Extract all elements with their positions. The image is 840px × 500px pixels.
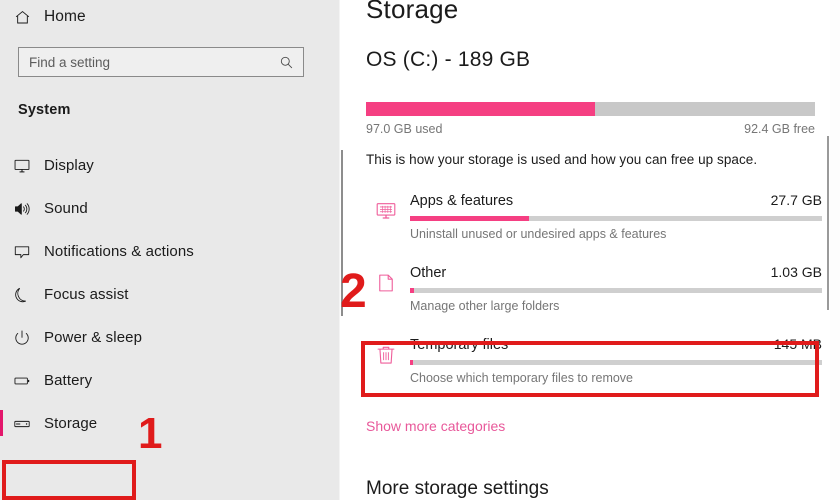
page-title: Storage [366,0,459,24]
drive-icon [0,415,44,433]
category-row-temporary-files[interactable]: Temporary files 145 MB Choose which temp… [348,334,840,406]
more-storage-settings-heading: More storage settings [366,478,549,499]
home-icon [0,9,44,26]
category-row-apps[interactable]: Apps & features 27.7 GB Uninstall unused… [348,190,840,262]
apps-monitor-icon [362,190,410,262]
drive-usage-bar [366,102,815,116]
category-name: Apps & features [410,193,514,209]
drive-free-label: 92.4 GB free [744,122,815,136]
sidebar-item-label: Display [44,157,94,174]
chat-bubble-icon [0,243,44,261]
category-body: Apps & features 27.7 GB Uninstall unused… [410,190,840,262]
sidebar-home-label: Home [44,8,86,25]
selection-indicator [0,410,3,436]
category-subtitle: Manage other large folders [410,299,560,313]
drive-title: OS (C:) - 189 GB [366,48,531,71]
settings-window: Home System Displ [0,0,840,500]
sidebar-item-label: Focus assist [44,286,129,303]
moon-icon [0,286,44,304]
sidebar-scrollbar[interactable] [339,0,340,500]
category-size: 145 MB [773,336,822,352]
drive-description: This is how your storage is used and how… [366,152,758,167]
folder-page-icon [362,262,410,334]
sidebar-item-label: Battery [44,372,93,389]
category-header: Temporary files 145 MB [410,336,822,353]
category-header: Apps & features 27.7 GB [410,192,822,209]
main-content: Storage OS (C:) - 189 GB 97.0 GB used 92… [348,0,840,500]
category-usage-bar [410,216,822,221]
trash-icon [362,334,410,406]
sidebar-item-focus-assist[interactable]: Focus assist [0,273,340,316]
sidebar-item-display[interactable]: Display [0,144,340,187]
category-row-other[interactable]: Other 1.03 GB Manage other large folders [348,262,840,334]
category-name: Other [410,265,447,281]
category-subtitle: Choose which temporary files to remove [410,371,634,385]
category-usage-bar-fill [410,360,414,365]
search-input[interactable] [19,54,273,70]
sidebar-scrollbar-thumb[interactable] [341,150,343,316]
category-header: Other 1.03 GB [410,264,822,281]
category-usage-bar [410,360,822,365]
category-usage-bar-fill [410,288,415,293]
main-scrollbar-thumb[interactable] [827,136,829,310]
show-more-categories-link[interactable]: Show more categories [366,418,505,434]
sidebar-item-sound[interactable]: Sound [0,187,340,230]
category-body: Temporary files 145 MB Choose which temp… [410,334,840,406]
sidebar-section-title: System [18,102,71,118]
category-body: Other 1.03 GB Manage other large folders [410,262,840,334]
monitor-icon [0,157,44,175]
sidebar-item-label: Notifications & actions [44,243,194,260]
category-usage-bar [410,288,822,293]
category-name: Temporary files [410,337,509,353]
drive-used-label: 97.0 GB used [366,122,443,136]
sidebar-item-label: Sound [44,200,88,217]
category-size: 27.7 GB [770,192,822,208]
main-scrollbar[interactable] [830,0,840,500]
sidebar-item-label: Storage [44,415,98,432]
speaker-icon [0,200,44,218]
category-usage-bar-fill [410,216,530,221]
category-subtitle: Uninstall unused or undesired apps & fea… [410,227,667,241]
sidebar-item-notifications[interactable]: Notifications & actions [0,230,340,273]
sidebar-item-label: Power & sleep [44,329,143,346]
storage-category-list: Apps & features 27.7 GB Uninstall unused… [348,190,840,406]
sidebar-item-home[interactable]: Home [0,0,340,34]
search-icon[interactable] [273,55,303,70]
sidebar: Home System Displ [0,0,340,500]
sidebar-item-battery[interactable]: Battery [0,359,340,402]
search-box[interactable] [18,47,304,77]
sidebar-item-power-sleep[interactable]: Power & sleep [0,316,340,359]
drive-usage-bar-fill [366,102,595,116]
battery-icon [0,372,44,390]
sidebar-nav: Display Sound Notifications & actions Fo… [0,144,340,445]
sidebar-item-storage[interactable]: Storage [0,402,340,445]
power-icon [0,329,44,347]
drive-usage-legend: 97.0 GB used 92.4 GB free [366,122,815,136]
category-size: 1.03 GB [770,264,822,280]
